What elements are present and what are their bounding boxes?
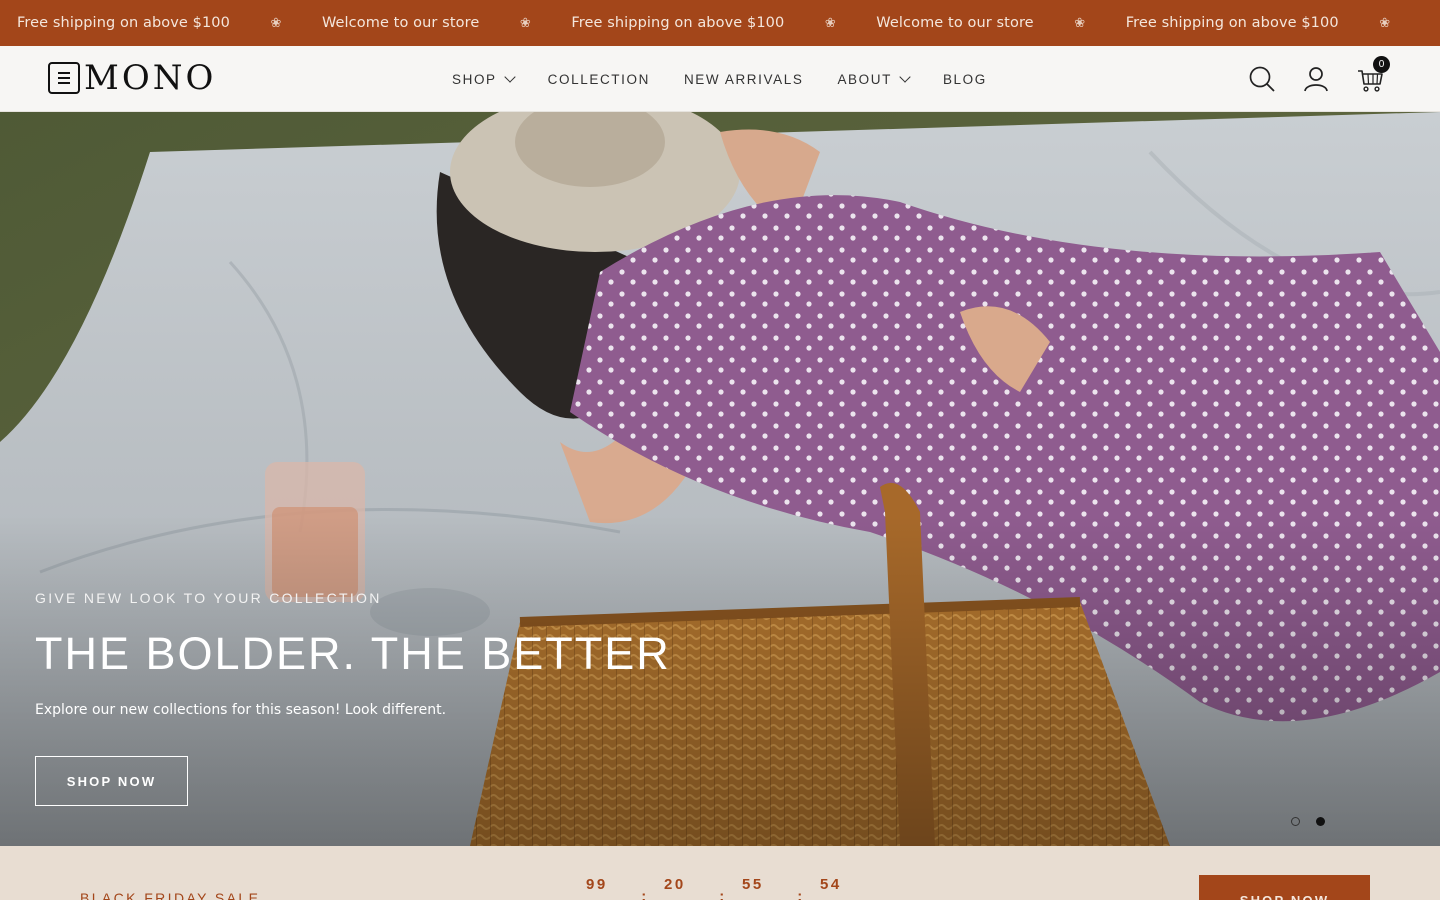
announcement-text: Welcome to our store xyxy=(321,15,480,31)
countdown-days: 99 xyxy=(586,876,608,893)
nav-item-about[interactable]: ABOUT xyxy=(837,70,911,87)
nav-item-new-arrivals[interactable]: NEW ARRIVALS xyxy=(684,72,803,87)
slider-pagination xyxy=(1291,817,1325,826)
hero-slider: GIVE NEW LOOK TO YOUR COLLECTION THE BOL… xyxy=(0,112,1440,846)
countdown-separator: : xyxy=(797,888,805,900)
chevron-down-icon xyxy=(504,70,516,83)
header-icons: 0 xyxy=(1248,46,1390,112)
logo-text: MONO xyxy=(84,58,217,98)
announcement-text: Welcome to our store xyxy=(876,15,1034,31)
flower-icon: ❀ xyxy=(1379,15,1391,31)
nav-item-label: BLOG xyxy=(942,71,987,87)
main-nav: SHOP COLLECTION NEW ARRIVALS ABOUT BLOG xyxy=(452,46,1021,112)
announcement-text: Free shipping on above $100 xyxy=(571,15,785,31)
promo-label: BLACK FRIDAY SALE xyxy=(80,890,261,900)
countdown-separator: : xyxy=(719,888,727,900)
flower-icon: ❀ xyxy=(270,15,282,31)
announcement-text: Free shipping on above $100 xyxy=(1125,15,1339,31)
search-icon[interactable] xyxy=(1248,65,1276,93)
nav-item-label: COLLECTION xyxy=(547,71,650,87)
store-logo[interactable]: MONO xyxy=(48,58,217,98)
promo-shop-now-button[interactable]: SHOP NOW xyxy=(1199,875,1370,900)
hero-shop-now-button[interactable]: SHOP NOW xyxy=(35,756,188,806)
hero-eyebrow: GIVE NEW LOOK TO YOUR COLLECTION xyxy=(35,590,382,606)
nav-item-blog[interactable]: BLOG xyxy=(943,72,987,87)
hero-subtitle: Explore our new collections for this sea… xyxy=(35,702,447,718)
countdown-hours: 20 xyxy=(664,876,686,893)
account-icon[interactable] xyxy=(1302,65,1330,93)
flower-icon: ❀ xyxy=(824,15,836,31)
nav-item-label: NEW ARRIVALS xyxy=(683,71,804,87)
hero-title: THE BOLDER. THE BETTER xyxy=(35,628,671,679)
flower-icon: ❀ xyxy=(1074,15,1086,31)
countdown-seconds: 54 xyxy=(820,876,842,893)
slider-dot-1[interactable] xyxy=(1291,817,1300,826)
announcement-bar: Free shipping on above $100 ❀ Welcome to… xyxy=(0,0,1440,46)
flower-icon: ❀ xyxy=(519,15,531,31)
cart-icon[interactable]: 0 xyxy=(1356,56,1390,93)
countdown-minutes: 55 xyxy=(742,876,764,893)
nav-item-collection[interactable]: COLLECTION xyxy=(548,72,650,87)
nav-item-label: ABOUT xyxy=(837,71,892,87)
hero-content: GIVE NEW LOOK TO YOUR COLLECTION THE BOL… xyxy=(35,590,671,806)
menu-icon[interactable] xyxy=(48,62,80,94)
cart-count-badge: 0 xyxy=(1373,56,1390,73)
chevron-down-icon xyxy=(899,70,911,83)
black-friday-banner: BLACK FRIDAY SALE 99 : 20 : 55 : 54 SHOP… xyxy=(0,846,1440,900)
slider-dot-2[interactable] xyxy=(1316,817,1325,826)
countdown-separator: : xyxy=(641,888,649,900)
nav-item-label: SHOP xyxy=(452,71,497,87)
countdown-timer: 99 : 20 : 55 : 54 xyxy=(586,876,860,900)
site-header: MONO SHOP COLLECTION NEW ARRIVALS ABOUT … xyxy=(0,46,1440,112)
nav-item-shop[interactable]: SHOP xyxy=(452,70,516,87)
announcement-text: Free shipping on above $100 xyxy=(17,15,230,31)
